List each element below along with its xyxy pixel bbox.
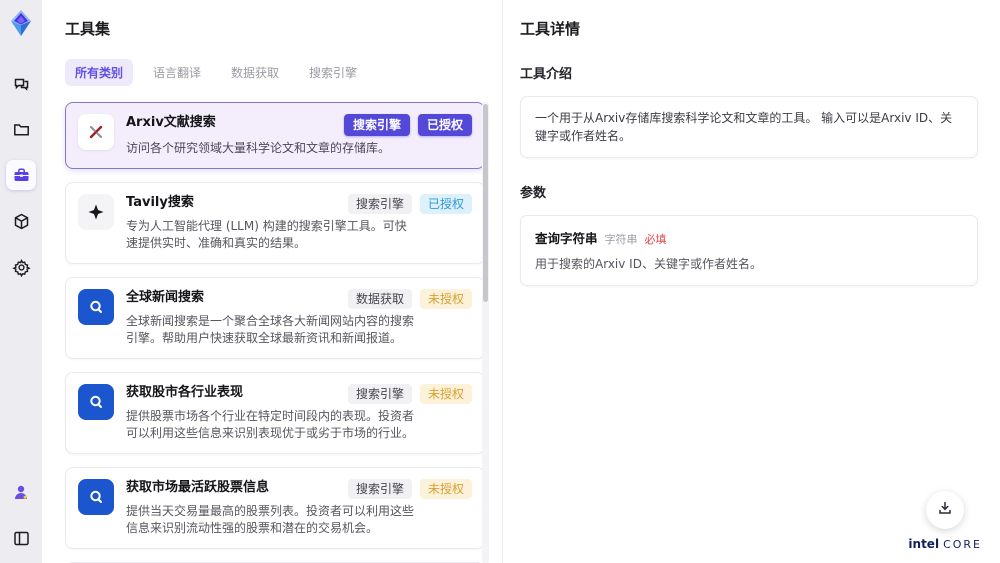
cube-icon [12, 212, 31, 231]
list-scrollbar[interactable] [482, 102, 489, 563]
app-sidebar [0, 0, 42, 563]
tool-name: Tavily搜索 [126, 195, 194, 210]
tool-name: Arxiv文献搜索 [126, 115, 216, 130]
tool-card-sector-performance[interactable]: 获取股市各行业表现 搜索引擎 未授权 提供股票市场各个行业在特定时间段内的表现。… [65, 372, 485, 454]
tool-card-arxiv[interactable]: Arxiv文献搜索 搜索引擎 已授权 访问各个研究领域大量科学论文和文章的存储库… [65, 102, 485, 169]
news-search-icon [78, 289, 114, 325]
category-badge: 数据获取 [347, 289, 412, 309]
tool-card-list: Arxiv文献搜索 搜索引擎 已授权 访问各个研究领域大量科学论文和文章的存储库… [65, 102, 489, 563]
param-name: 查询字符串 [535, 231, 598, 246]
tab-all-categories[interactable]: 所有类别 [65, 59, 134, 86]
list-scrollbar-thumb[interactable] [483, 104, 488, 302]
param-card: 查询字符串 字符串 必填 用于搜索的Arxiv ID、关键字或作者姓名。 [520, 215, 978, 286]
sidebar-item-tools[interactable] [6, 160, 36, 190]
intro-card: 一个用于从Arxiv存储库搜索科学论文和文章的工具。 输入可以是Arxiv ID… [520, 96, 978, 158]
arxiv-icon [78, 114, 114, 150]
sidebar-item-files[interactable] [6, 114, 36, 144]
tool-description: 访问各个研究领域大量科学论文和文章的存储库。 [126, 141, 391, 155]
chat-icon [12, 74, 31, 93]
app-logo-icon [6, 8, 36, 38]
tool-card-tavily[interactable]: Tavily搜索 搜索引擎 已授权 专为人工智能代理 (LLM) 构建的搜索引擎… [65, 182, 485, 264]
user-icon [12, 483, 30, 501]
tool-card-active-stocks[interactable]: 获取市场最活跃股票信息 搜索引擎 未授权 提供当天交易量最高的股票列表。投资者可… [65, 467, 485, 549]
tool-list-panel: 工具集 所有类别 语言翻译 数据获取 搜索引擎 Arxiv文献搜索 搜索引擎 已… [42, 0, 503, 563]
tool-description: 提供股票市场各个行业在特定时间段内的表现。投资者可以利用这些信息来识别表现优于或… [126, 409, 415, 440]
gear-icon [11, 258, 31, 277]
sidebar-item-account[interactable] [6, 477, 36, 507]
sidebar-item-chat[interactable] [6, 68, 36, 98]
category-badge: 搜索引擎 [347, 194, 412, 214]
category-badge: 搜索引擎 [343, 114, 410, 136]
sidebar-item-packages[interactable] [6, 206, 36, 236]
briefcase-icon [12, 166, 31, 185]
tab-language-translation[interactable]: 语言翻译 [143, 59, 211, 86]
tool-detail-panel: 工具详情 工具介绍 一个用于从Arxiv存储库搜索科学论文和文章的工具。 输入可… [503, 0, 1000, 563]
folder-icon [12, 120, 31, 139]
status-badge: 未授权 [419, 384, 472, 404]
param-type: 字符串 [604, 233, 638, 246]
tool-name: 获取市场最活跃股票信息 [126, 480, 270, 495]
tab-search-engine[interactable]: 搜索引擎 [299, 59, 367, 86]
status-badge: 未授权 [419, 479, 472, 499]
download-button[interactable] [926, 491, 965, 529]
news-search-icon [78, 479, 114, 515]
intro-text: 一个用于从Arxiv存储库搜索科学论文和文章的工具。 输入可以是Arxiv ID… [535, 111, 953, 143]
intro-heading: 工具介绍 [520, 67, 573, 82]
category-badge: 搜索引擎 [347, 384, 412, 404]
sparkle-icon [78, 194, 114, 230]
download-icon [937, 500, 953, 520]
tool-name: 获取股市各行业表现 [126, 385, 244, 400]
intel-core-logo: intel CORE [908, 537, 982, 551]
core-logo-text: CORE [943, 538, 982, 551]
status-badge: 未授权 [419, 289, 472, 309]
panel-toggle-icon [12, 529, 31, 548]
news-search-icon [78, 384, 114, 420]
param-description: 用于搜索的Arxiv ID、关键字或作者姓名。 [535, 257, 762, 271]
tool-description: 专为人工智能代理 (LLM) 构建的搜索引擎工具。可快速提供实时、准确和真实的结… [126, 219, 407, 250]
tab-data-acquisition[interactable]: 数据获取 [221, 59, 289, 86]
params-heading: 参数 [520, 186, 547, 201]
sidebar-item-settings[interactable] [6, 252, 36, 282]
page-title: 工具集 [65, 20, 111, 38]
detail-title: 工具详情 [520, 20, 581, 38]
tool-card-global-news[interactable]: 全球新闻搜索 数据获取 未授权 全球新闻搜索是一个聚合全球各大新闻网站内容的搜索… [65, 277, 485, 359]
sidebar-item-collapse[interactable] [6, 523, 36, 553]
tool-name: 全球新闻搜索 [126, 290, 205, 305]
status-badge: 已授权 [419, 194, 472, 214]
corner-widgets: intel CORE [908, 491, 982, 551]
category-badge: 搜索引擎 [347, 479, 412, 499]
intel-logo-text: intel [908, 537, 940, 551]
tool-description: 全球新闻搜索是一个聚合全球各大新闻网站内容的搜索引擎。帮助用户快速获取全球最新资… [126, 314, 415, 345]
category-tabs: 所有类别 语言翻译 数据获取 搜索引擎 [65, 59, 502, 86]
status-badge: 已授权 [417, 114, 472, 136]
param-required-badge: 必填 [644, 233, 667, 246]
tool-description: 提供当天交易量最高的股票列表。投资者可以利用这些信息来识别流动性强的股票和潜在的… [126, 504, 415, 535]
